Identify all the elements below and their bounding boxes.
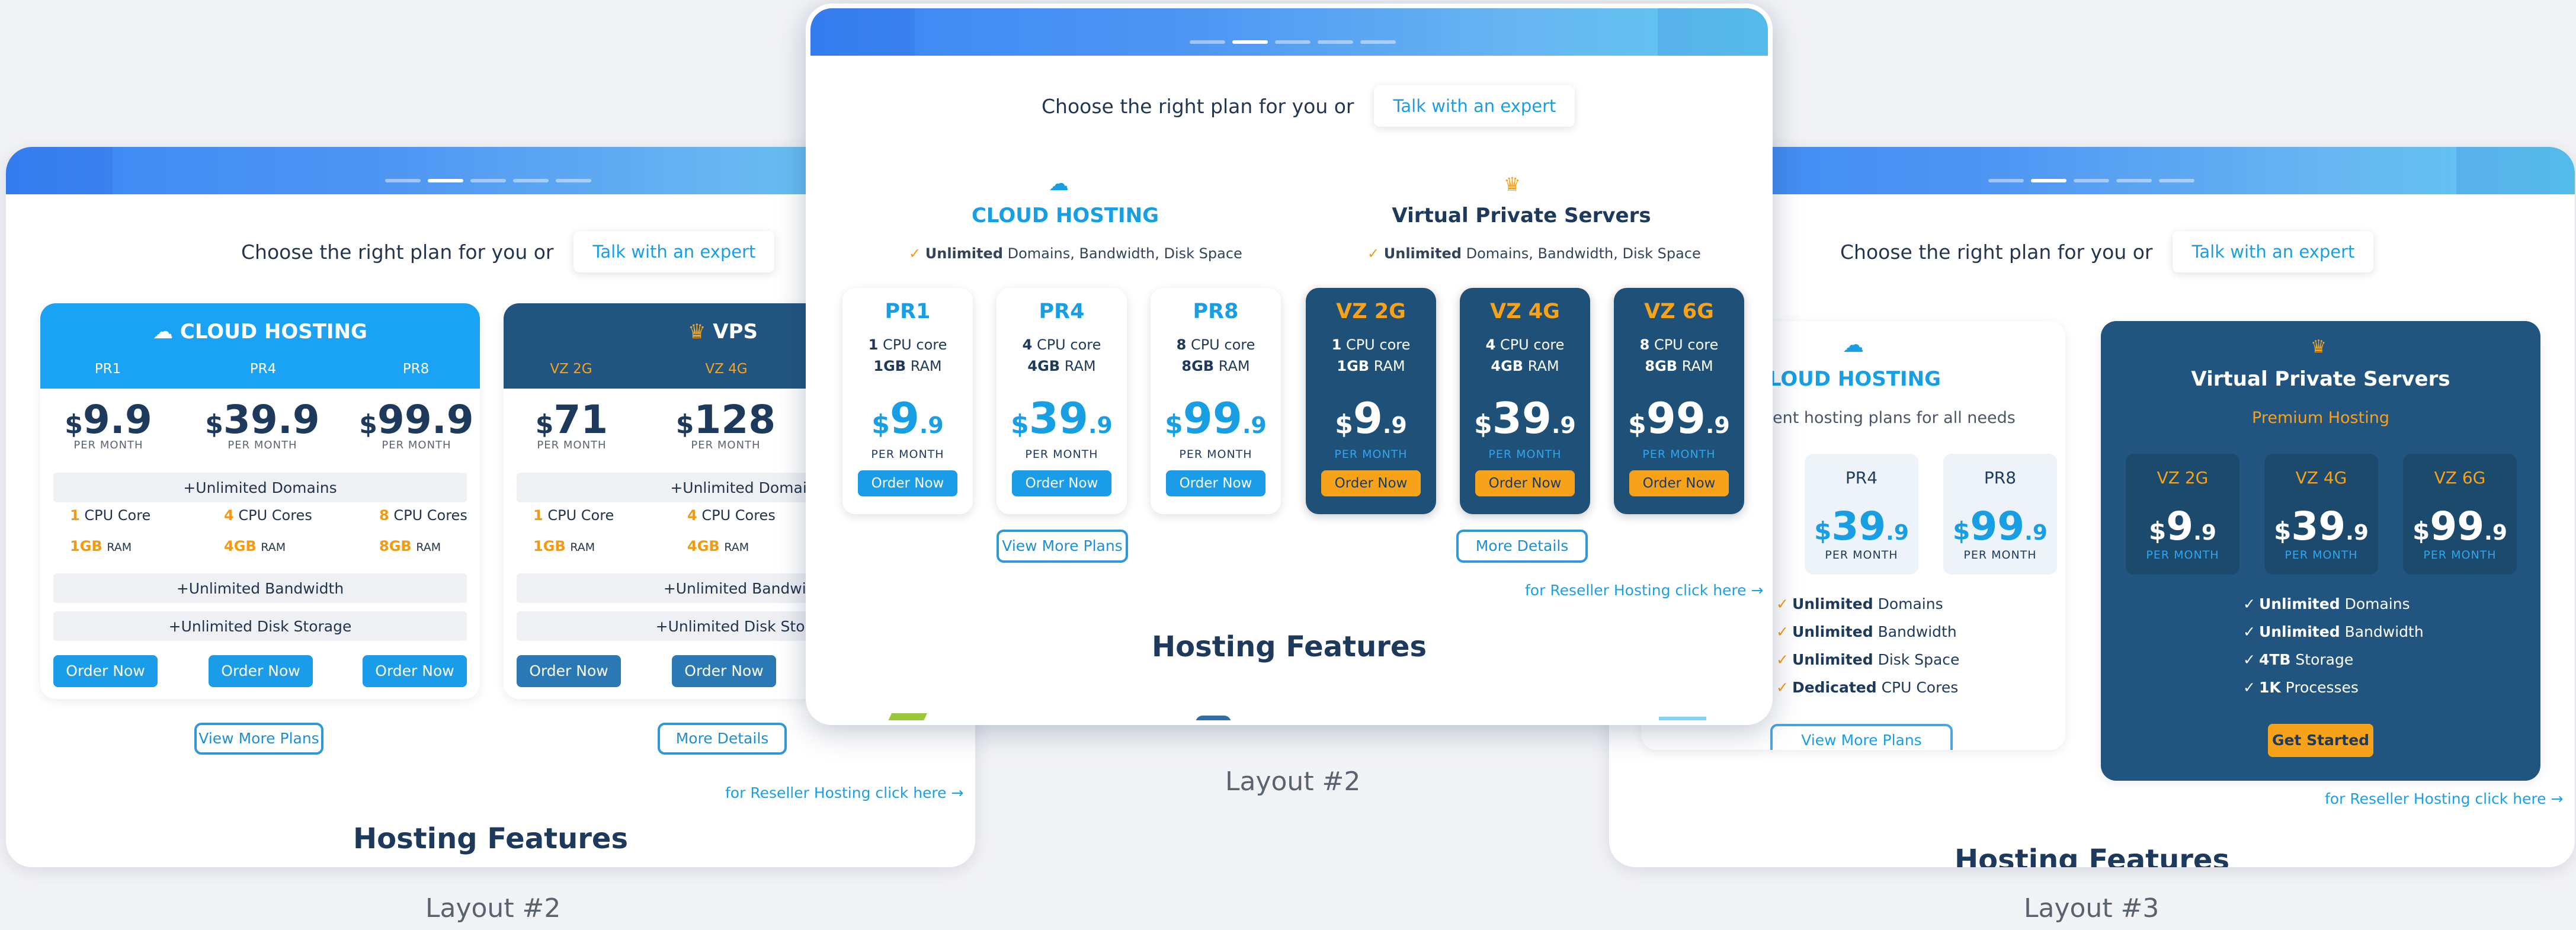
panel-title: CLOUD HOSTING <box>1754 367 1941 391</box>
layout-label: Layout #3 <box>2024 893 2160 923</box>
cores-cell: 8 CPU Cores <box>379 507 467 524</box>
plan-card[interactable]: VZ 6G $99.9 PER MONTH <box>2403 454 2517 575</box>
reseller-link[interactable]: for Reseller Hosting click here → <box>2325 790 2563 807</box>
panel-title: VPS <box>713 320 758 344</box>
vps-panel: ♛ Virtual Private Servers Premium Hostin… <box>2101 321 2540 781</box>
plan-card[interactable]: PR4 $39.9 PER MONTH <box>1805 454 1918 575</box>
talk-expert-button[interactable]: Talk with an expert <box>573 231 775 272</box>
plan-col-pr8: PR8 <box>402 361 430 377</box>
panel-subtitle: Premium Hosting <box>2252 409 2389 427</box>
reseller-link[interactable]: for Reseller Hosting click here → <box>725 784 963 801</box>
intro-row: Choose the right plan for you or Talk wi… <box>241 231 775 272</box>
feature-icon <box>883 713 927 720</box>
header-bar <box>810 8 1768 56</box>
talk-expert-button[interactable]: Talk with an expert <box>1374 85 1575 127</box>
order-now-button[interactable]: Order Now <box>1321 470 1421 496</box>
plan-card-pr8[interactable]: PR8 8 CPU core 8GB RAM $99.9 PER MONTH Or… <box>1151 288 1281 514</box>
view-more-plans-button[interactable]: View More Plans <box>194 723 323 755</box>
feature-list: ✓ Unlimited Domains ✓ Unlimited Bandwidth … <box>2243 595 2424 696</box>
crown-icon: ♛ <box>2311 336 2327 357</box>
plan-card-pr4[interactable]: PR4 4 CPU core 4GB RAM $39.9 PER MONTH Or… <box>997 288 1127 514</box>
bandwidth-row: +Unlimited Bandwidth <box>53 573 467 603</box>
cores-cell: 1 CPU Core <box>533 507 614 524</box>
cloud-icon: ☁ <box>1049 172 1069 195</box>
cloud-icon: ☁ <box>1843 333 1864 357</box>
price: $128 PER MONTH <box>675 397 776 451</box>
cores-cell: 4 CPU Cores <box>224 507 312 524</box>
cloud-icon: ☁ <box>153 320 174 344</box>
order-now-button[interactable]: Order Now <box>1475 470 1575 496</box>
ram-cell: 1GB RAM <box>70 538 132 554</box>
hosting-features-heading: Hosting Features <box>1151 630 1427 663</box>
cores-cell: 1 CPU Core <box>70 507 151 524</box>
slider-dots[interactable] <box>1988 179 2194 182</box>
order-now-button[interactable]: Order Now <box>53 655 158 687</box>
get-started-button[interactable]: Get Started <box>2268 724 2373 757</box>
panel-title: Virtual Private Servers <box>2191 367 2450 391</box>
order-now-button[interactable]: Order Now <box>1629 470 1729 496</box>
more-details-button[interactable]: More Details <box>1456 530 1588 563</box>
layout-label: Layout #2 <box>1225 767 1361 797</box>
cloud-title: CLOUD HOSTING <box>971 204 1159 227</box>
feature-icon <box>1196 716 1231 720</box>
price: $99.9 PER MONTH <box>359 397 474 451</box>
slider-dots[interactable] <box>1190 40 1396 44</box>
view-more-plans-button[interactable]: View More Plans <box>997 530 1128 563</box>
vps-title: Virtual Private Servers <box>1392 204 1651 227</box>
plan-card-vz4g[interactable]: VZ 4G 4 CPU core 4GB RAM $39.9 PER MONTH … <box>1460 288 1590 514</box>
order-now-button[interactable]: Order Now <box>1012 470 1111 496</box>
feature-list: ✓ Unlimited Domains ✓ Unlimited Bandwidth … <box>1776 595 1960 696</box>
price: $71 PER MONTH <box>535 397 608 451</box>
cores-cell: 4 CPU Cores <box>687 507 776 524</box>
more-details-button[interactable]: More Details <box>658 723 787 755</box>
ram-cell: 4GB RAM <box>224 538 286 554</box>
plan-card[interactable]: VZ 2G $9.9 PER MONTH <box>2126 454 2239 575</box>
order-now-button[interactable]: Order Now <box>1166 470 1265 496</box>
ram-cell: 1GB RAM <box>533 538 595 554</box>
vps-subtitle: ✓ Unlimited Domains, Bandwidth, Disk Spa… <box>1367 245 1701 262</box>
price: $9.9 PER MONTH <box>65 397 152 451</box>
cloud-subtitle: ✓ Unlimited Domains, Bandwidth, Disk Spa… <box>909 245 1242 262</box>
order-now-button[interactable]: Order Now <box>363 655 467 687</box>
order-now-button[interactable]: Order Now <box>672 655 776 687</box>
order-now-button[interactable]: Order Now <box>858 470 957 496</box>
talk-expert-button[interactable]: Talk with an expert <box>2173 231 2374 272</box>
feature-icon <box>1659 717 1706 720</box>
storage-row: +Unlimited Disk Storage <box>53 611 467 641</box>
intro-text: Choose the right plan for you or <box>1042 94 1354 118</box>
intro-row: Choose the right plan for you or Talk wi… <box>1840 231 2374 272</box>
layout-label: Layout #2 <box>425 893 561 923</box>
cloud-hosting-panel: ☁ CLOUD HOSTING PR1 PR4 PR8 $9.9 PER MONT… <box>40 303 480 699</box>
plan-card-pr1[interactable]: PR1 1 CPU core 1GB RAM $9.9 PER MONTH Ord… <box>842 288 973 514</box>
hosting-features-heading: Hosting Features <box>1954 844 2230 867</box>
plan-col-vz2g: VZ 2G <box>550 361 592 377</box>
plan-card-vz2g[interactable]: VZ 2G 1 CPU core 1GB RAM $9.9 PER MONTH O… <box>1306 288 1436 514</box>
plan-col-pr1: PR1 <box>94 361 121 377</box>
intro-text: Choose the right plan for you or <box>1840 240 2153 264</box>
plan-col-vz4g: VZ 4G <box>705 361 748 377</box>
crown-icon: ♛ <box>1504 173 1521 195</box>
layout-center-preview: Choose the right plan for you or Talk wi… <box>806 4 1773 725</box>
plan-card[interactable]: PR8 $99.9 PER MONTH <box>1943 454 2057 575</box>
slider-dots[interactable] <box>385 179 591 182</box>
hosting-features-heading: Hosting Features <box>353 822 629 855</box>
crown-icon: ♛ <box>687 320 706 344</box>
intro-text: Choose the right plan for you or <box>241 240 554 264</box>
plan-col-pr4: PR4 <box>249 361 277 377</box>
ram-cell: 8GB RAM <box>379 538 441 554</box>
panel-subtitle: ent hosting plans for all needs <box>1773 409 2016 427</box>
order-now-button[interactable]: Order Now <box>209 655 313 687</box>
intro-row: Choose the right plan for you or Talk wi… <box>1042 85 1575 127</box>
panel-title: CLOUD HOSTING <box>180 320 367 344</box>
plan-card[interactable]: VZ 4G $39.9 PER MONTH <box>2264 454 2378 575</box>
ram-cell: 4GB RAM <box>687 538 749 554</box>
view-more-plans-button[interactable]: View More Plans <box>1770 724 1953 750</box>
plan-card-vz6g[interactable]: VZ 6G 8 CPU core 8GB RAM $99.9 PER MONTH … <box>1614 288 1744 514</box>
domains-row: +Unlimited Domains <box>53 473 467 502</box>
price: $39.9 PER MONTH <box>205 397 320 451</box>
reseller-link[interactable]: for Reseller Hosting click here → <box>1525 582 1763 599</box>
order-now-button[interactable]: Order Now <box>517 655 621 687</box>
